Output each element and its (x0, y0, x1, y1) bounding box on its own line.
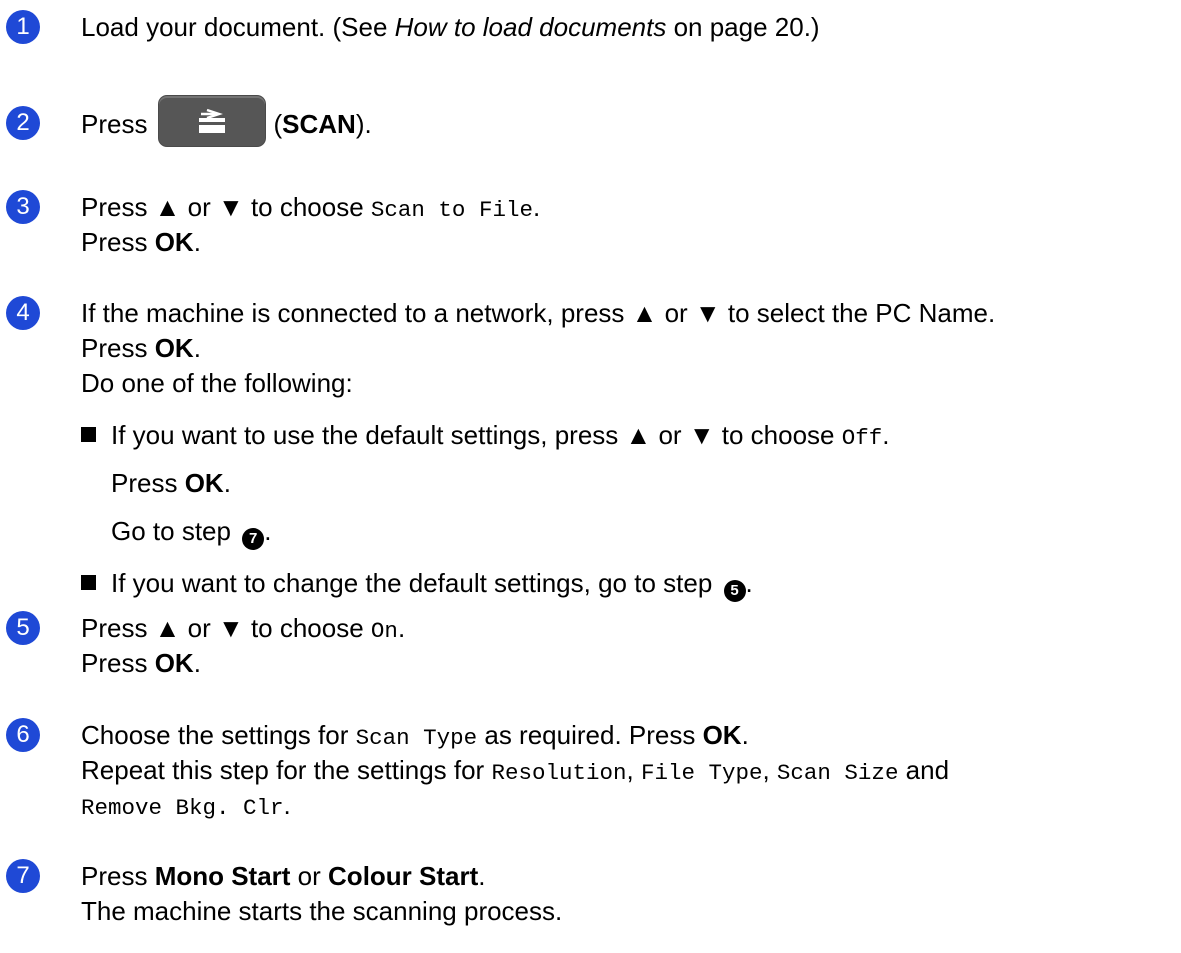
bullet-use-defaults: If you want to use the default settings,… (81, 418, 1176, 550)
square-bullet-icon (81, 427, 96, 442)
bullet-change-defaults: If you want to change the default settin… (81, 566, 1176, 602)
step-7-line-1: Press Mono Start or Colour Start. (81, 861, 486, 891)
step-4-line-3: Do one of the following: (81, 368, 353, 398)
scan-button (159, 96, 266, 146)
step-4-line-2: Press OK. (81, 333, 201, 363)
step-5-line-1: Press ▲ or ▼ to choose On. (81, 613, 406, 644)
step-4-line-1: If the machine is connected to a network… (81, 298, 996, 328)
step-6-line-3: Remove Bkg. Clr. (81, 790, 291, 821)
cross-reference-link[interactable]: How to load documents (395, 12, 667, 42)
step-number-badge: 3 (6, 190, 40, 224)
step-ref-badge[interactable]: 7 (242, 528, 265, 550)
step-7-line-2: The machine starts the scanning process. (81, 896, 563, 926)
step-number-badge: 1 (6, 10, 40, 44)
step-3-line-2: Press OK. (81, 227, 201, 257)
step-number-badge: 4 (6, 296, 40, 330)
step-3-line-1: Press ▲ or ▼ to choose Scan to File. (81, 192, 541, 223)
step-number-badge: 6 (6, 718, 40, 752)
step-number-badge: 2 (6, 106, 40, 140)
step-number-badge: 5 (6, 611, 40, 645)
step-ref-badge[interactable]: 5 (723, 580, 746, 602)
step-5-line-2: Press OK. (81, 648, 201, 678)
step-2-line-1: Press (SCAN). (81, 96, 1176, 146)
step-1-line-1: Load your document. (See How to load doc… (81, 12, 820, 42)
instruction-page: 1 Load your document. (See How to load d… (0, 0, 1181, 953)
step-6-line-2: Repeat this step for the settings for Re… (81, 755, 950, 786)
square-bullet-icon (81, 575, 96, 590)
step-number-badge: 7 (6, 859, 40, 893)
scan-icon (199, 108, 226, 133)
step-6-line-1: Choose the settings for Scan Type as req… (81, 720, 749, 751)
